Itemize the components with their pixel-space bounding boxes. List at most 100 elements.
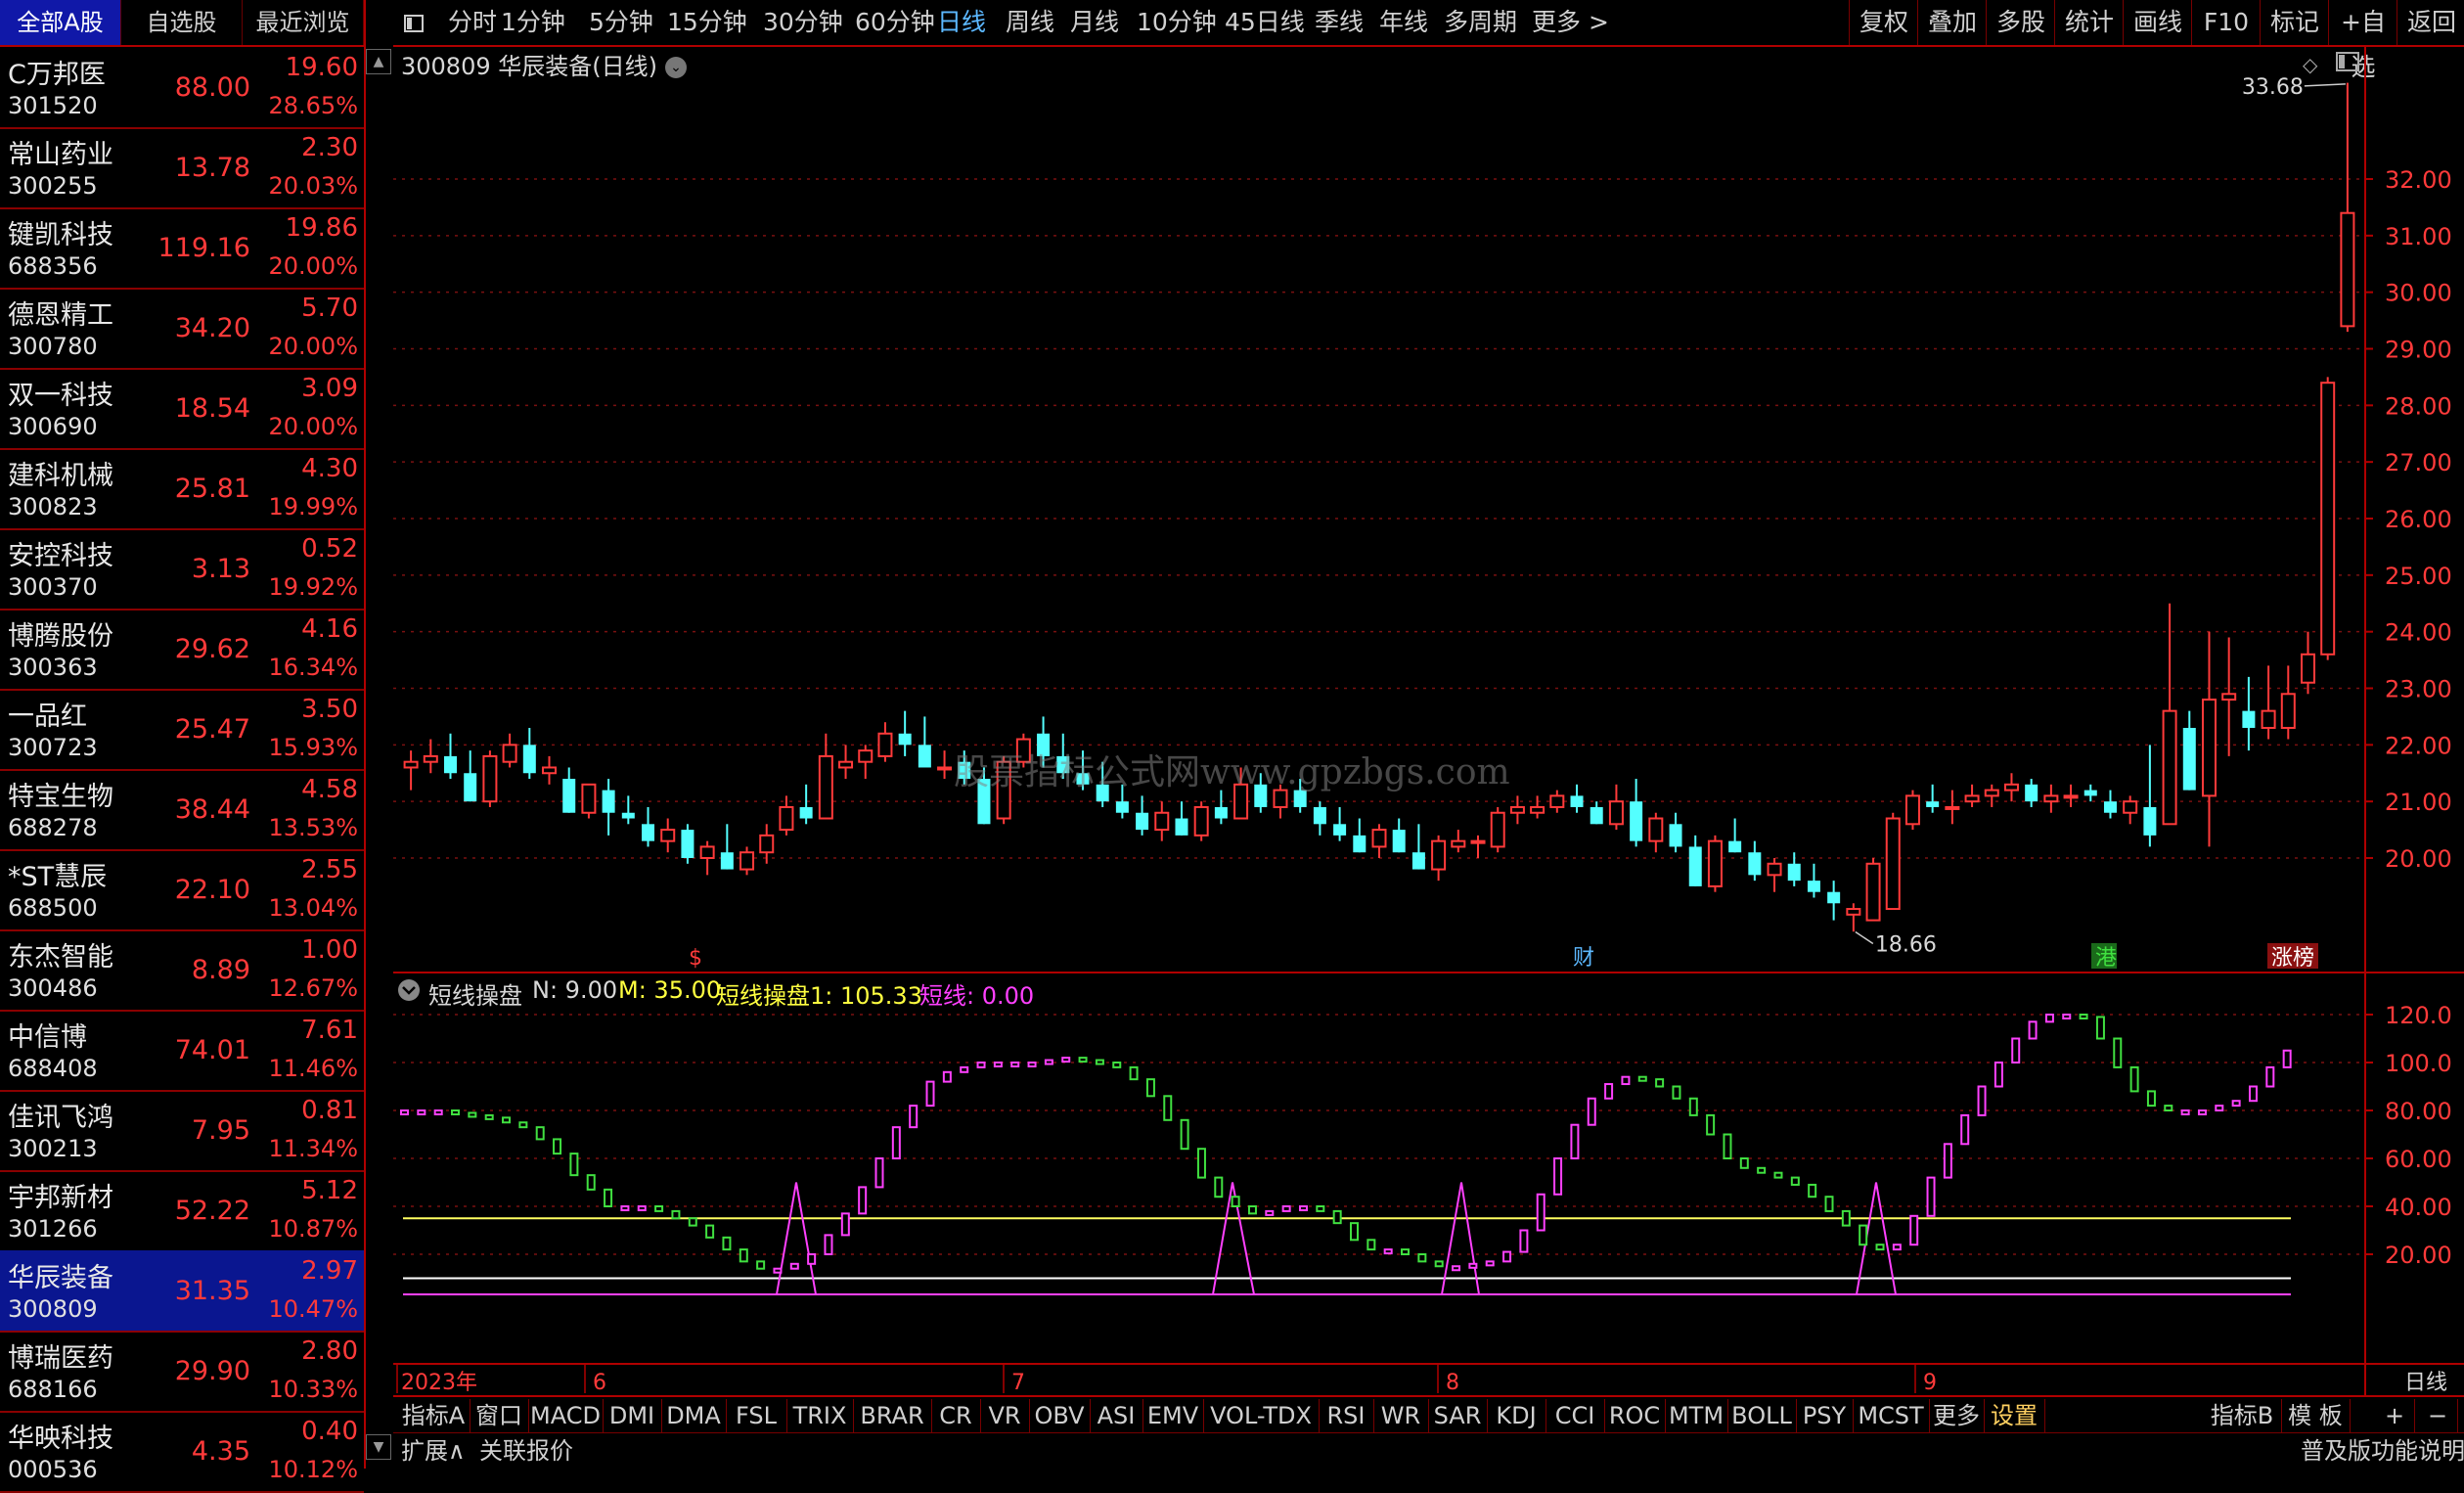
indicator-tab[interactable]: DMI (603, 1399, 662, 1432)
window-toggle-icon[interactable] (2336, 51, 2359, 76)
indicator-bar (1417, 1253, 1427, 1263)
stock-row[interactable]: 中信博 688408 74.01 7.61 11.46% (0, 1010, 364, 1092)
stock-row[interactable]: 一品红 300723 25.47 3.50 15.93% (0, 689, 364, 771)
overlay-button[interactable]: 叠加 (1917, 0, 1987, 45)
indicator-bar (1316, 1205, 1325, 1212)
stats-button[interactable]: 统计 (2054, 0, 2124, 45)
period-tab[interactable]: 1分钟 (501, 0, 565, 45)
stock-row[interactable]: 博瑞医药 688166 29.90 2.80 10.33% (0, 1331, 364, 1413)
stock-row[interactable]: 华映科技 000536 4.35 0.40 10.12% (0, 1411, 364, 1493)
indicator-right-tab[interactable]: 模 板 (2281, 1399, 2351, 1432)
indicator-name[interactable]: 短线操盘 (428, 976, 522, 1011)
indicator-tab[interactable]: 窗口 (470, 1399, 529, 1432)
stock-row[interactable]: 宇邦新材 301266 52.22 5.12 10.87% (0, 1170, 364, 1252)
indicator-tab[interactable]: MTM (1665, 1399, 1728, 1432)
indicator-tab[interactable]: BOLL (1727, 1399, 1797, 1432)
diamond-icon[interactable]: ◇ (2303, 53, 2317, 76)
indicator-tab[interactable]: EMV (1142, 1399, 1204, 1432)
indicator-right-tab[interactable]: 指标B (2203, 1399, 2282, 1432)
stock-row[interactable]: 德恩精工 300780 34.20 5.70 20.00% (0, 288, 364, 370)
panel-toggle-icon[interactable] (403, 0, 425, 45)
back-button[interactable]: 返回 (2397, 0, 2464, 45)
period-tab[interactable]: 10分钟 (1137, 0, 1217, 45)
stock-row[interactable]: 双一科技 300690 18.54 3.09 20.00% (0, 368, 364, 450)
period-tab[interactable]: 多周期 (1444, 0, 1517, 45)
version-info-link[interactable]: 普及版功能说明 (2301, 1433, 2464, 1470)
candle-body (918, 745, 931, 768)
indicator-tab[interactable]: VOL-TDX (1203, 1399, 1320, 1432)
indicator-collapse-icon[interactable] (397, 978, 421, 1006)
stock-price: 25.81 (174, 474, 250, 504)
indicator-tab[interactable]: ROC (1604, 1399, 1666, 1432)
stock-row[interactable]: C万邦医 301520 88.00 19.60 28.65% (0, 47, 364, 129)
period-tab[interactable]: 60分钟 (855, 0, 935, 45)
related-quotes-button[interactable]: 关联报价 (479, 1433, 573, 1470)
period-tab[interactable]: 分时 (448, 0, 497, 45)
indicator-tab[interactable]: 更多 (1929, 1399, 1985, 1432)
stock-row[interactable]: 佳讯飞鸿 300213 7.95 0.81 11.34% (0, 1090, 364, 1172)
indicator-tab[interactable]: TRIX (786, 1399, 854, 1432)
candle-body (2340, 211, 2355, 328)
tab-watchlist[interactable]: 自选股 (121, 0, 243, 45)
period-tab[interactable]: 15分钟 (667, 0, 747, 45)
indicator-bar (722, 1236, 732, 1251)
candle-body (542, 766, 558, 775)
indicator-right-tab[interactable]: + (2375, 1399, 2415, 1432)
indicator-tab[interactable]: MCST (1853, 1399, 1930, 1432)
stock-row[interactable]: 键凯科技 688356 119.16 19.86 20.00% (0, 207, 364, 290)
tab-all-a-shares[interactable]: 全部A股 (0, 0, 121, 45)
stock-change-pct: 13.53% (268, 814, 358, 841)
indicator-tab[interactable]: SAR (1428, 1399, 1488, 1432)
tab-recent[interactable]: 最近浏览 (243, 0, 364, 45)
indicator-tab[interactable]: WR (1373, 1399, 1429, 1432)
scroll-down-icon[interactable]: ▼ (366, 1434, 391, 1460)
indicator-bar (1163, 1095, 1173, 1121)
period-tab[interactable]: 年线 (1379, 0, 1428, 45)
mark-button[interactable]: 标记 (2260, 0, 2329, 45)
chart-area[interactable]: 32.00 31.00 30.00 29.00 28.00 27.00 26.00 25.00… (393, 47, 2464, 1395)
period-tab[interactable]: 更多 > (1532, 0, 1609, 45)
add-watchlist-button[interactable]: +自选 (2328, 0, 2397, 81)
indicator-tab[interactable]: MACD (528, 1399, 604, 1432)
stock-row[interactable]: 华辰装备 300809 31.35 2.97 10.47% (0, 1250, 364, 1333)
stock-change: 2.55 (301, 855, 358, 884)
f10-button[interactable]: F10 (2191, 0, 2261, 45)
expand-button[interactable]: 扩展∧ (401, 1433, 466, 1470)
indicator-tab[interactable]: VR (980, 1399, 1030, 1432)
indicator-tab[interactable]: 指标A (397, 1399, 470, 1432)
period-tab[interactable]: 45日线 (1225, 0, 1305, 45)
chevron-down-icon[interactable]: ⌄ (664, 57, 687, 78)
stock-row[interactable]: 建科机械 300823 25.81 4.30 19.99% (0, 448, 364, 530)
candle-body (818, 754, 833, 820)
indicator-tab[interactable]: RSI (1319, 1399, 1374, 1432)
indicator-right-tab[interactable]: − (2418, 1399, 2458, 1432)
indicator-tab[interactable]: CR (931, 1399, 981, 1432)
period-tab[interactable]: 月线 (1070, 0, 1119, 45)
adjust-button[interactable]: 复权 (1849, 0, 1918, 45)
indicator-tab[interactable]: FSL (726, 1399, 787, 1432)
indicator-tab[interactable]: DMA (661, 1399, 727, 1432)
indicator-tab[interactable]: 设置 (1984, 1399, 2045, 1432)
stock-row[interactable]: 东杰智能 300486 8.89 1.00 12.67% (0, 929, 364, 1012)
period-tab[interactable]: 日线 (937, 0, 986, 45)
stock-row[interactable]: 特宝生物 688278 38.44 4.58 13.53% (0, 769, 364, 851)
indicator-tab[interactable]: BRAR (853, 1399, 932, 1432)
period-tab[interactable]: 季线 (1315, 0, 1364, 45)
indicator-tab[interactable]: OBV (1029, 1399, 1091, 1432)
period-tab[interactable]: 周线 (1006, 0, 1054, 45)
indicator-tab[interactable]: CCI (1546, 1399, 1605, 1432)
scroll-up-icon[interactable]: ▲ (366, 49, 391, 74)
indicator-tab[interactable]: KDJ (1487, 1399, 1546, 1432)
stock-row[interactable]: *ST慧辰 688500 22.10 2.55 13.04% (0, 849, 364, 931)
stock-row[interactable]: 博腾股份 300363 29.62 4.16 16.34% (0, 609, 364, 691)
period-tab[interactable]: 5分钟 (589, 0, 653, 45)
indicator-tab[interactable]: ASI (1090, 1399, 1143, 1432)
draw-button[interactable]: 画线 (2123, 0, 2192, 45)
stock-row[interactable]: 常山药业 300255 13.78 2.30 20.03% (0, 127, 364, 209)
period-tab[interactable]: 30分钟 (763, 0, 843, 45)
indicator-tab[interactable]: PSY (1796, 1399, 1854, 1432)
stock-price: 25.47 (174, 714, 250, 745)
candle-body (482, 754, 498, 803)
stock-row[interactable]: 安控科技 300370 3.13 0.52 19.92% (0, 528, 364, 611)
multi-stock-button[interactable]: 多股 (1986, 0, 2055, 45)
